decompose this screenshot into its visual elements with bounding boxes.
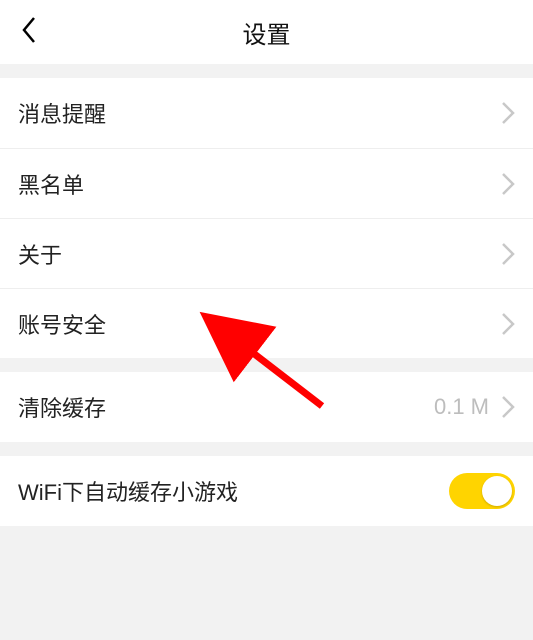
row-label: 清除缓存 [18, 391, 106, 423]
section-gap [0, 64, 533, 78]
chevron-right-icon [501, 312, 515, 336]
row-wifi-auto-cache[interactable]: WiFi下自动缓存小游戏 [0, 456, 533, 526]
back-icon [20, 15, 40, 50]
chevron-right-icon [501, 242, 515, 266]
page-title: 设置 [243, 15, 291, 50]
section-gap [0, 358, 533, 372]
wifi-auto-cache-toggle[interactable] [449, 473, 515, 509]
cache-size-value: 0.1 M [434, 394, 489, 420]
row-label: 账号安全 [18, 308, 106, 340]
row-account-security[interactable]: 账号安全 [0, 288, 533, 358]
settings-section-2: 清除缓存 0.1 M [0, 372, 533, 442]
row-label: WiFi下自动缓存小游戏 [18, 475, 238, 507]
row-label: 黑名单 [18, 168, 84, 200]
back-button[interactable] [6, 0, 54, 64]
header: 设置 [0, 0, 533, 64]
row-label: 消息提醒 [18, 97, 106, 129]
row-notifications[interactable]: 消息提醒 [0, 78, 533, 148]
row-about[interactable]: 关于 [0, 218, 533, 288]
chevron-right-icon [501, 172, 515, 196]
chevron-right-icon [501, 395, 515, 419]
row-clear-cache[interactable]: 清除缓存 0.1 M [0, 372, 533, 442]
chevron-right-icon [501, 101, 515, 125]
row-label: 关于 [18, 238, 62, 270]
row-blacklist[interactable]: 黑名单 [0, 148, 533, 218]
toggle-knob [482, 476, 512, 506]
settings-section-1: 消息提醒 黑名单 关于 账号安全 [0, 78, 533, 358]
settings-section-3: WiFi下自动缓存小游戏 [0, 456, 533, 526]
section-gap [0, 442, 533, 456]
settings-screen: 设置 消息提醒 黑名单 关于 账号安全 [0, 0, 533, 640]
